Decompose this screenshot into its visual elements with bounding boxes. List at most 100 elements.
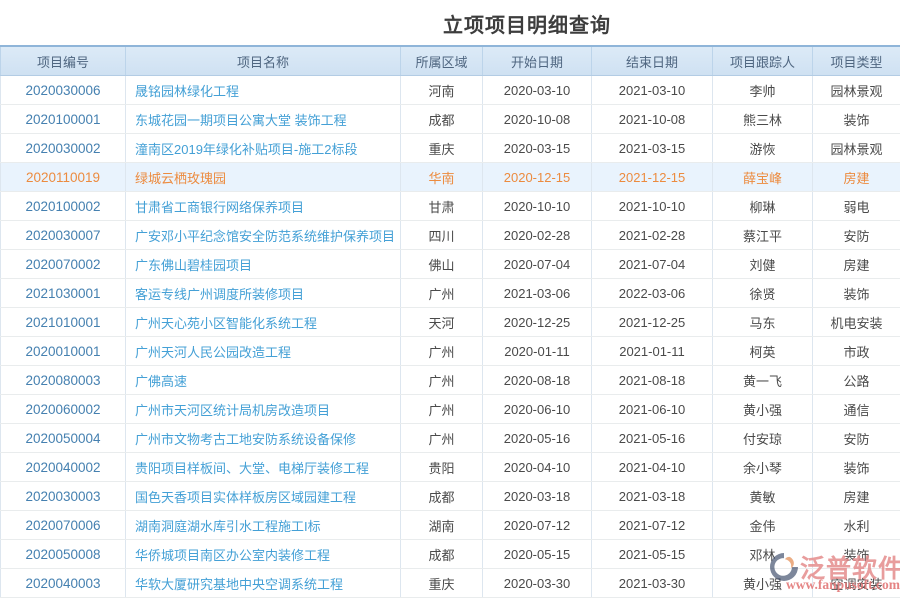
- project-row[interactable]: 2021030001 客运专线广州调度所装修项目 广州 2021-03-06 2…: [1, 279, 900, 308]
- project-region-cell: 成都: [401, 482, 483, 511]
- page-title: 立项项目明细查询: [443, 15, 611, 37]
- project-row[interactable]: 2020010001 广州天河人民公园改造工程 广州 2020-01-11 20…: [1, 337, 900, 366]
- table-body: 2020030006 晟铭园林绿化工程 河南 2020-03-10 2021-0…: [1, 76, 900, 598]
- project-code-cell: 2020060002: [1, 395, 126, 424]
- project-row[interactable]: 2020030002 潼南区2019年绿化补贴项目-施工2标段 重庆 2020-…: [1, 134, 900, 163]
- project-type-cell: 安防: [813, 221, 900, 250]
- project-name-link[interactable]: 晟铭园林绿化工程: [126, 76, 401, 105]
- project-region-cell: 华南: [401, 163, 483, 192]
- project-row[interactable]: 2020040003 华软大厦研究基地中央空调系统工程 重庆 2020-03-3…: [1, 569, 900, 598]
- project-region-cell: 重庆: [401, 134, 483, 163]
- project-type-cell: 房建: [813, 163, 900, 192]
- project-name-link[interactable]: 华软大厦研究基地中央空调系统工程: [126, 569, 401, 598]
- project-region-cell: 广州: [401, 337, 483, 366]
- project-name-link[interactable]: 国色天香项目实体样板房区域园建工程: [126, 482, 401, 511]
- project-tracker-cell: 徐贤: [713, 279, 813, 308]
- project-name-link[interactable]: 广州市文物考古工地安防系统设备保修: [126, 424, 401, 453]
- project-end-cell: 2021-06-10: [592, 395, 713, 424]
- column-header-region[interactable]: 所属区域: [401, 46, 483, 76]
- project-tracker-cell: 黄一飞: [713, 366, 813, 395]
- project-name-link[interactable]: 绿城云栖玫瑰园: [126, 163, 401, 192]
- column-header-name[interactable]: 项目名称: [126, 46, 401, 76]
- project-start-cell: 2020-04-10: [483, 453, 592, 482]
- project-region-cell: 佛山: [401, 250, 483, 279]
- project-end-cell: 2021-03-18: [592, 482, 713, 511]
- project-region-cell: 甘肃: [401, 192, 483, 221]
- table-header: 项目编号 项目名称 所属区域 开始日期 结束日期 项目跟踪人 项目类型: [1, 46, 900, 76]
- project-name-link[interactable]: 华侨城项目南区办公室内装修工程: [126, 540, 401, 569]
- project-tracker-cell: 蔡江平: [713, 221, 813, 250]
- project-end-cell: 2021-01-11: [592, 337, 713, 366]
- project-name-link[interactable]: 广佛高速: [126, 366, 401, 395]
- project-name-link[interactable]: 贵阳项目样板间、大堂、电梯厅装修工程: [126, 453, 401, 482]
- project-row[interactable]: 2020060002 广州市天河区统计局机房改造项目 广州 2020-06-10…: [1, 395, 900, 424]
- column-header-code[interactable]: 项目编号: [1, 46, 126, 76]
- project-type-cell: 装饰: [813, 279, 900, 308]
- project-code-cell: 2020100001: [1, 105, 126, 134]
- project-code-cell: 2020030007: [1, 221, 126, 250]
- project-code-cell: 2020010001: [1, 337, 126, 366]
- project-start-cell: 2020-03-30: [483, 569, 592, 598]
- column-header-tracker[interactable]: 项目跟踪人: [713, 46, 813, 76]
- project-row[interactable]: 2020070002 广东佛山碧桂园项目 佛山 2020-07-04 2021-…: [1, 250, 900, 279]
- project-row[interactable]: 2020050008 华侨城项目南区办公室内装修工程 成都 2020-05-15…: [1, 540, 900, 569]
- project-name-link[interactable]: 湖南洞庭湖水库引水工程施工I标: [126, 511, 401, 540]
- project-row[interactable]: 2020030007 广安邓小平纪念馆安全防范系统维护保养项目 四川 2020-…: [1, 221, 900, 250]
- project-start-cell: 2020-02-28: [483, 221, 592, 250]
- column-header-end[interactable]: 结束日期: [592, 46, 713, 76]
- project-tracker-cell: 付安琼: [713, 424, 813, 453]
- project-row[interactable]: 2020040002 贵阳项目样板间、大堂、电梯厅装修工程 贵阳 2020-04…: [1, 453, 900, 482]
- project-row[interactable]: 2020100002 甘肃省工商银行网络保养项目 甘肃 2020-10-10 2…: [1, 192, 900, 221]
- project-row[interactable]: 2020030006 晟铭园林绿化工程 河南 2020-03-10 2021-0…: [1, 76, 900, 105]
- project-code-cell: 2020040002: [1, 453, 126, 482]
- project-name-link[interactable]: 广州天河人民公园改造工程: [126, 337, 401, 366]
- project-code-cell: 2020030002: [1, 134, 126, 163]
- project-start-cell: 2020-07-12: [483, 511, 592, 540]
- project-start-cell: 2020-05-16: [483, 424, 592, 453]
- project-type-cell: 园林景观: [813, 134, 900, 163]
- project-tracker-cell: 黄小强: [713, 395, 813, 424]
- project-row[interactable]: 2020080003 广佛高速 广州 2020-08-18 2021-08-18…: [1, 366, 900, 395]
- project-row[interactable]: 2020110019 绿城云栖玫瑰园 华南 2020-12-15 2021-12…: [1, 163, 900, 192]
- project-row[interactable]: 2021010001 广州天心苑小区智能化系统工程 天河 2020-12-25 …: [1, 308, 900, 337]
- page-header: 立项项目明细查询: [0, 9, 900, 38]
- project-row[interactable]: 2020100001 东城花园一期项目公寓大堂 装饰工程 成都 2020-10-…: [1, 105, 900, 134]
- project-row[interactable]: 2020050004 广州市文物考古工地安防系统设备保修 广州 2020-05-…: [1, 424, 900, 453]
- project-region-cell: 天河: [401, 308, 483, 337]
- project-tracker-cell: 薛宝峰: [713, 163, 813, 192]
- project-name-link[interactable]: 甘肃省工商银行网络保养项目: [126, 192, 401, 221]
- project-name-link[interactable]: 客运专线广州调度所装修项目: [126, 279, 401, 308]
- project-name-link[interactable]: 广东佛山碧桂园项目: [126, 250, 401, 279]
- project-region-cell: 四川: [401, 221, 483, 250]
- project-name-link[interactable]: 潼南区2019年绿化补贴项目-施工2标段: [126, 134, 401, 163]
- project-type-cell: 空调安装: [813, 569, 900, 598]
- column-header-start[interactable]: 开始日期: [483, 46, 592, 76]
- project-start-cell: 2020-01-11: [483, 337, 592, 366]
- project-row[interactable]: 2020070006 湖南洞庭湖水库引水工程施工I标 湖南 2020-07-12…: [1, 511, 900, 540]
- project-type-cell: 市政: [813, 337, 900, 366]
- project-name-link[interactable]: 东城花园一期项目公寓大堂 装饰工程: [126, 105, 401, 134]
- project-region-cell: 贵阳: [401, 453, 483, 482]
- project-end-cell: 2022-03-06: [592, 279, 713, 308]
- project-tracker-cell: 余小琴: [713, 453, 813, 482]
- project-start-cell: 2020-12-25: [483, 308, 592, 337]
- project-name-link[interactable]: 广州天心苑小区智能化系统工程: [126, 308, 401, 337]
- project-region-cell: 广州: [401, 279, 483, 308]
- project-start-cell: 2020-03-15: [483, 134, 592, 163]
- project-region-cell: 广州: [401, 424, 483, 453]
- project-end-cell: 2021-08-18: [592, 366, 713, 395]
- project-end-cell: 2021-10-10: [592, 192, 713, 221]
- project-name-link[interactable]: 广安邓小平纪念馆安全防范系统维护保养项目: [126, 221, 401, 250]
- project-type-cell: 房建: [813, 250, 900, 279]
- column-header-type[interactable]: 项目类型: [813, 46, 900, 76]
- project-name-link[interactable]: 广州市天河区统计局机房改造项目: [126, 395, 401, 424]
- project-type-cell: 弱电: [813, 192, 900, 221]
- project-end-cell: 2021-07-12: [592, 511, 713, 540]
- project-tracker-cell: 金伟: [713, 511, 813, 540]
- project-start-cell: 2020-06-10: [483, 395, 592, 424]
- project-end-cell: 2021-05-16: [592, 424, 713, 453]
- project-start-cell: 2020-05-15: [483, 540, 592, 569]
- project-row[interactable]: 2020030003 国色天香项目实体样板房区域园建工程 成都 2020-03-…: [1, 482, 900, 511]
- project-region-cell: 成都: [401, 105, 483, 134]
- project-code-cell: 2020040003: [1, 569, 126, 598]
